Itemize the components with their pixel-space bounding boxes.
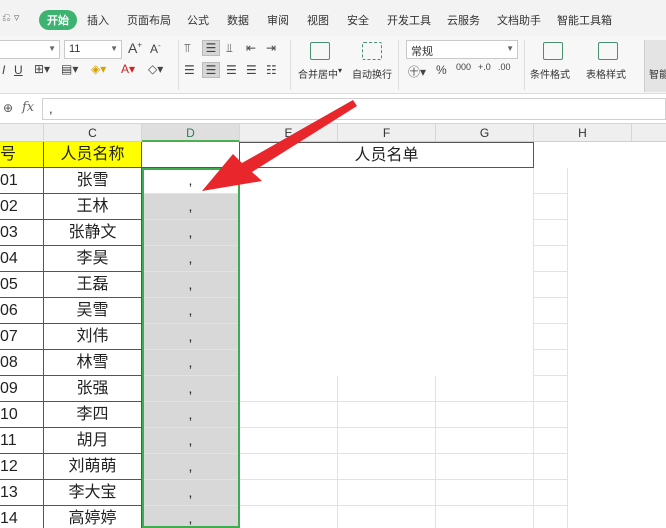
red-arrow-icon <box>202 100 357 191</box>
annotation-arrow <box>202 100 357 191</box>
